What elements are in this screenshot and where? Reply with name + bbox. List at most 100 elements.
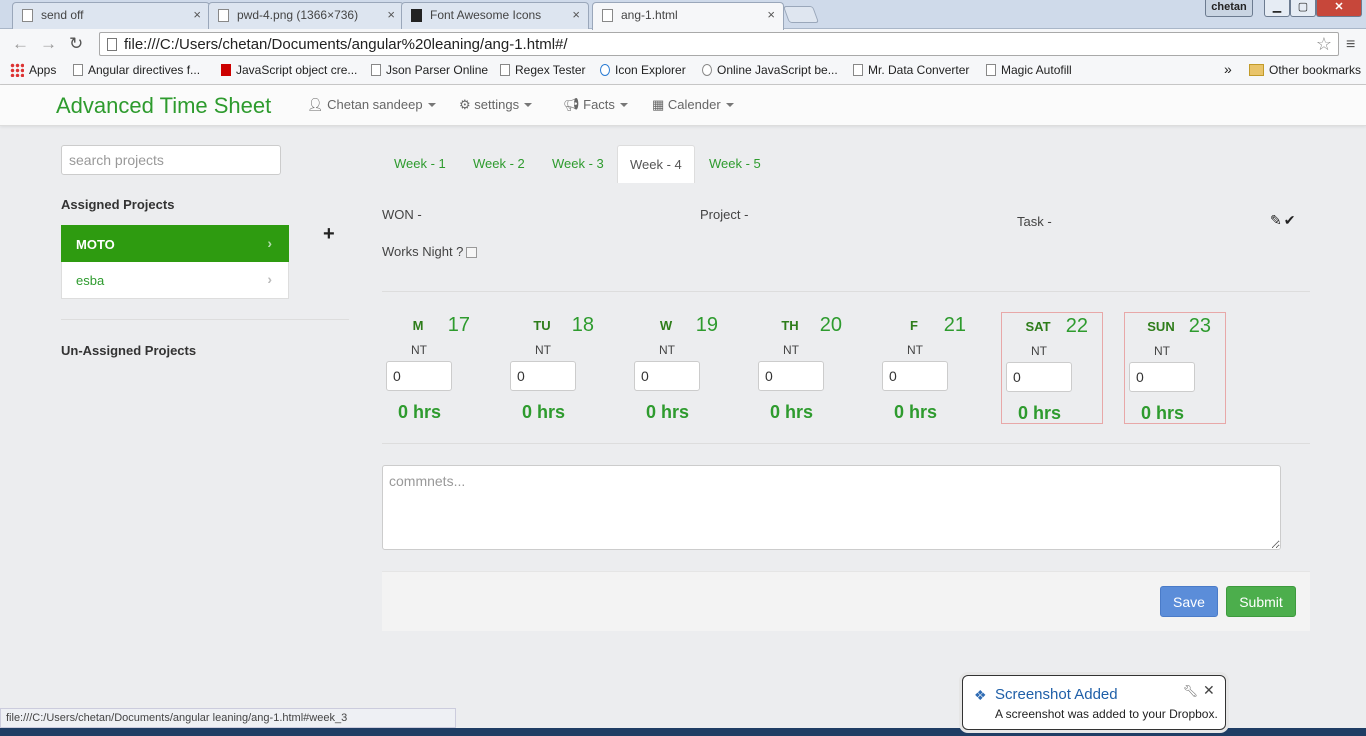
- night-shift-label: NT: [1154, 344, 1170, 358]
- day-column: TU 18 NT 0 hrs: [506, 312, 608, 424]
- project-item-moto[interactable]: MOTO ›: [61, 225, 289, 262]
- works-night-label: Works Night ?: [382, 244, 464, 259]
- night-shift-label: NT: [1031, 344, 1047, 358]
- day-total-hours: 0 hrs: [521, 402, 566, 422]
- flag-icon: [411, 9, 422, 22]
- bookmark-item[interactable]: Json Parser Online: [371, 63, 488, 77]
- window-close-button[interactable]: ✕: [1316, 0, 1362, 17]
- back-arrow-icon[interactable]: ←: [12, 34, 29, 54]
- browser-tab[interactable]: send off ×: [12, 2, 210, 29]
- project-item-esba[interactable]: esba ›: [61, 262, 289, 299]
- caret-down-icon: [524, 103, 533, 107]
- day-total-hours: 0 hrs: [1140, 403, 1185, 423]
- hours-input[interactable]: [634, 361, 700, 391]
- calendar-menu[interactable]: ▦ Calender: [652, 97, 734, 113]
- night-shift-label: NT: [783, 343, 799, 357]
- add-project-icon[interactable]: +: [323, 223, 335, 246]
- page-icon: [218, 9, 229, 22]
- bookmark-item[interactable]: Online JavaScript be...: [702, 63, 838, 77]
- day-label: SUN: [1147, 319, 1175, 334]
- day-label: F: [910, 318, 918, 333]
- won-label: WON -: [382, 207, 422, 222]
- project-label: Project -: [700, 207, 749, 222]
- task-label: Task -: [1017, 214, 1052, 229]
- divider: [382, 443, 1310, 444]
- close-tab-icon[interactable]: ×: [767, 7, 775, 22]
- bullhorn-icon: 📢︎: [563, 97, 580, 112]
- comments-textarea[interactable]: [382, 465, 1281, 550]
- tab-week-2[interactable]: Week - 2: [461, 145, 537, 183]
- day-column: SUN 23 NT 0 hrs: [1124, 312, 1226, 424]
- day-date: 19: [695, 314, 718, 336]
- bookmarks-overflow-chevron[interactable]: »: [1224, 61, 1232, 77]
- wrench-icon[interactable]: 🔧︎: [1183, 684, 1198, 698]
- bookmark-item[interactable]: Icon Explorer: [600, 63, 686, 77]
- hours-input[interactable]: [1129, 362, 1195, 392]
- works-night-checkbox[interactable]: [466, 247, 477, 258]
- bookmark-item[interactable]: Magic Autofill: [986, 63, 1072, 77]
- day-column: SAT 22 NT 0 hrs: [1001, 312, 1103, 424]
- night-shift-label: NT: [659, 343, 675, 357]
- bookmark-apps[interactable]: Apps: [10, 63, 56, 77]
- bookmark-star-icon[interactable]: ☆: [1316, 34, 1332, 55]
- browser-tab-title: pwd-4.png (1366×736): [237, 8, 359, 22]
- browser-tab[interactable]: Font Awesome Icons ×: [401, 2, 589, 29]
- hours-input[interactable]: [510, 361, 576, 391]
- clock-icon: [702, 64, 712, 76]
- bookmark-item[interactable]: Regex Tester: [500, 63, 585, 77]
- minimize-button[interactable]: ▁: [1264, 0, 1290, 17]
- assigned-project-list: MOTO › esba ›: [61, 225, 289, 299]
- user-menu[interactable]: 👤︎ Chetan sandeep: [307, 97, 436, 113]
- tab-week-1[interactable]: Week - 1: [382, 145, 458, 183]
- check-icon[interactable]: ✔: [1284, 212, 1298, 228]
- assigned-projects-title: Assigned Projects: [61, 197, 175, 212]
- close-icon[interactable]: ✕: [1203, 682, 1215, 699]
- json-icon: [371, 64, 381, 76]
- night-shift-label: NT: [907, 343, 923, 357]
- maximize-button[interactable]: ▢: [1290, 0, 1316, 17]
- hours-input[interactable]: [758, 361, 824, 391]
- tab-week-3[interactable]: Week - 3: [540, 145, 616, 183]
- day-column: F 21 NT 0 hrs: [878, 312, 980, 424]
- brand-title[interactable]: Advanced Time Sheet: [56, 93, 271, 119]
- form-actions: Save Submit: [382, 571, 1310, 631]
- bookmark-item[interactable]: Angular directives f...: [73, 63, 200, 77]
- settings-menu[interactable]: ⚙ settings: [459, 97, 533, 113]
- search-projects-input[interactable]: [61, 145, 281, 175]
- tab-week-5[interactable]: Week - 5: [697, 145, 773, 183]
- hours-input[interactable]: [386, 361, 452, 391]
- menu-icon[interactable]: ≡: [1346, 36, 1355, 54]
- submit-button[interactable]: Submit: [1226, 586, 1296, 617]
- new-tab-button[interactable]: [782, 6, 820, 23]
- url-bar[interactable]: file:///C:/Users/chetan/Documents/angula…: [99, 32, 1339, 56]
- day-total-hours: 0 hrs: [645, 402, 690, 422]
- day-total-hours: 0 hrs: [397, 402, 442, 422]
- browser-tab-active[interactable]: ang-1.html ×: [592, 2, 784, 30]
- day-date: 23: [1188, 315, 1211, 337]
- day-date: 20: [819, 314, 842, 336]
- other-bookmarks[interactable]: Other bookmarks: [1249, 63, 1361, 77]
- day-total-hours: 0 hrs: [893, 402, 938, 422]
- bookmark-item[interactable]: JavaScript object cre...: [221, 63, 357, 77]
- tab-week-4[interactable]: Week - 4: [617, 145, 695, 183]
- reload-icon[interactable]: ↻: [69, 34, 83, 54]
- night-shift-label: NT: [535, 343, 551, 357]
- save-button[interactable]: Save: [1160, 586, 1218, 617]
- sidebar-divider: [61, 319, 349, 320]
- dropbox-icon: ❖: [974, 687, 987, 703]
- close-tab-icon[interactable]: ×: [572, 7, 580, 22]
- profile-badge[interactable]: chetan: [1205, 0, 1253, 17]
- hours-input[interactable]: [882, 361, 948, 391]
- forward-arrow-icon[interactable]: →: [40, 34, 57, 54]
- pencil-icon[interactable]: ✎: [1270, 212, 1284, 228]
- day-date: 21: [943, 314, 966, 336]
- facts-menu[interactable]: 📢︎ Facts: [563, 97, 628, 113]
- hours-input[interactable]: [1006, 362, 1072, 392]
- page-icon: [853, 64, 863, 76]
- gear-icon: ⚙: [459, 97, 471, 112]
- bookmark-item[interactable]: Mr. Data Converter: [853, 63, 969, 77]
- close-tab-icon[interactable]: ×: [193, 7, 201, 22]
- dropbox-notification[interactable]: ❖ Screenshot Added A screenshot was adde…: [962, 675, 1226, 730]
- close-tab-icon[interactable]: ×: [387, 7, 395, 22]
- browser-tab[interactable]: pwd-4.png (1366×736) ×: [208, 2, 404, 29]
